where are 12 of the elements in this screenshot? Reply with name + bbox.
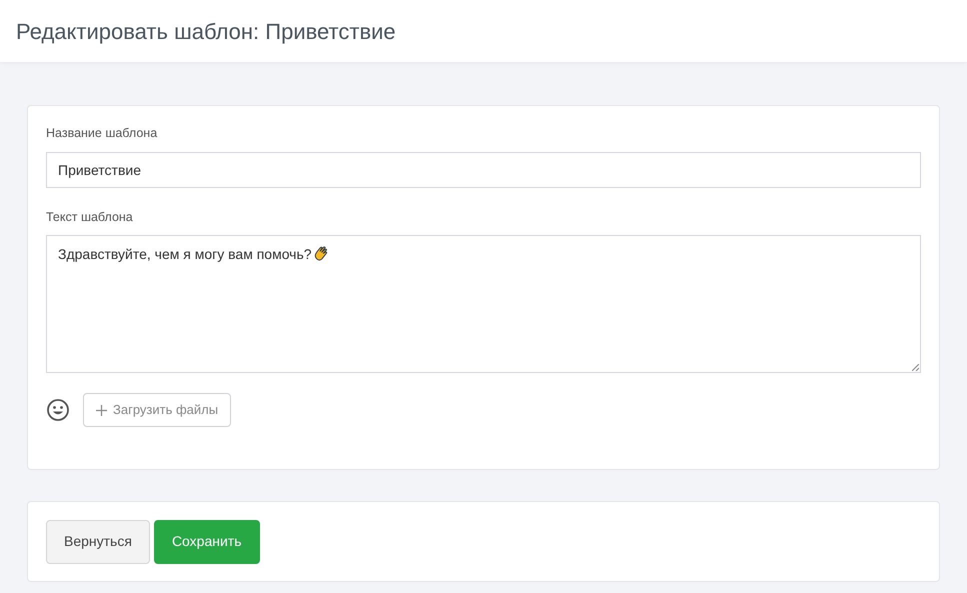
template-text: Здравствуйте, чем я могу вам помочь? (58, 245, 312, 264)
plus-icon (96, 404, 107, 416)
upload-files-button[interactable]: Загрузить файлы (83, 393, 232, 427)
field-label: Текст шаблона (46, 209, 134, 225)
field-label: Название шаблона (46, 125, 158, 141)
back-button[interactable]: Вернуться (46, 520, 150, 564)
name-field[interactable]: Приветствие (46, 152, 921, 188)
smiley-icon[interactable] (46, 398, 70, 422)
waving-hand-icon (312, 245, 330, 262)
template-text-area[interactable]: Здравствуйте, чем я могу вам помочь? (46, 235, 921, 373)
page-title: Редактировать шаблон: Приветствие (16, 18, 396, 46)
resize-handle-icon[interactable] (912, 364, 919, 371)
